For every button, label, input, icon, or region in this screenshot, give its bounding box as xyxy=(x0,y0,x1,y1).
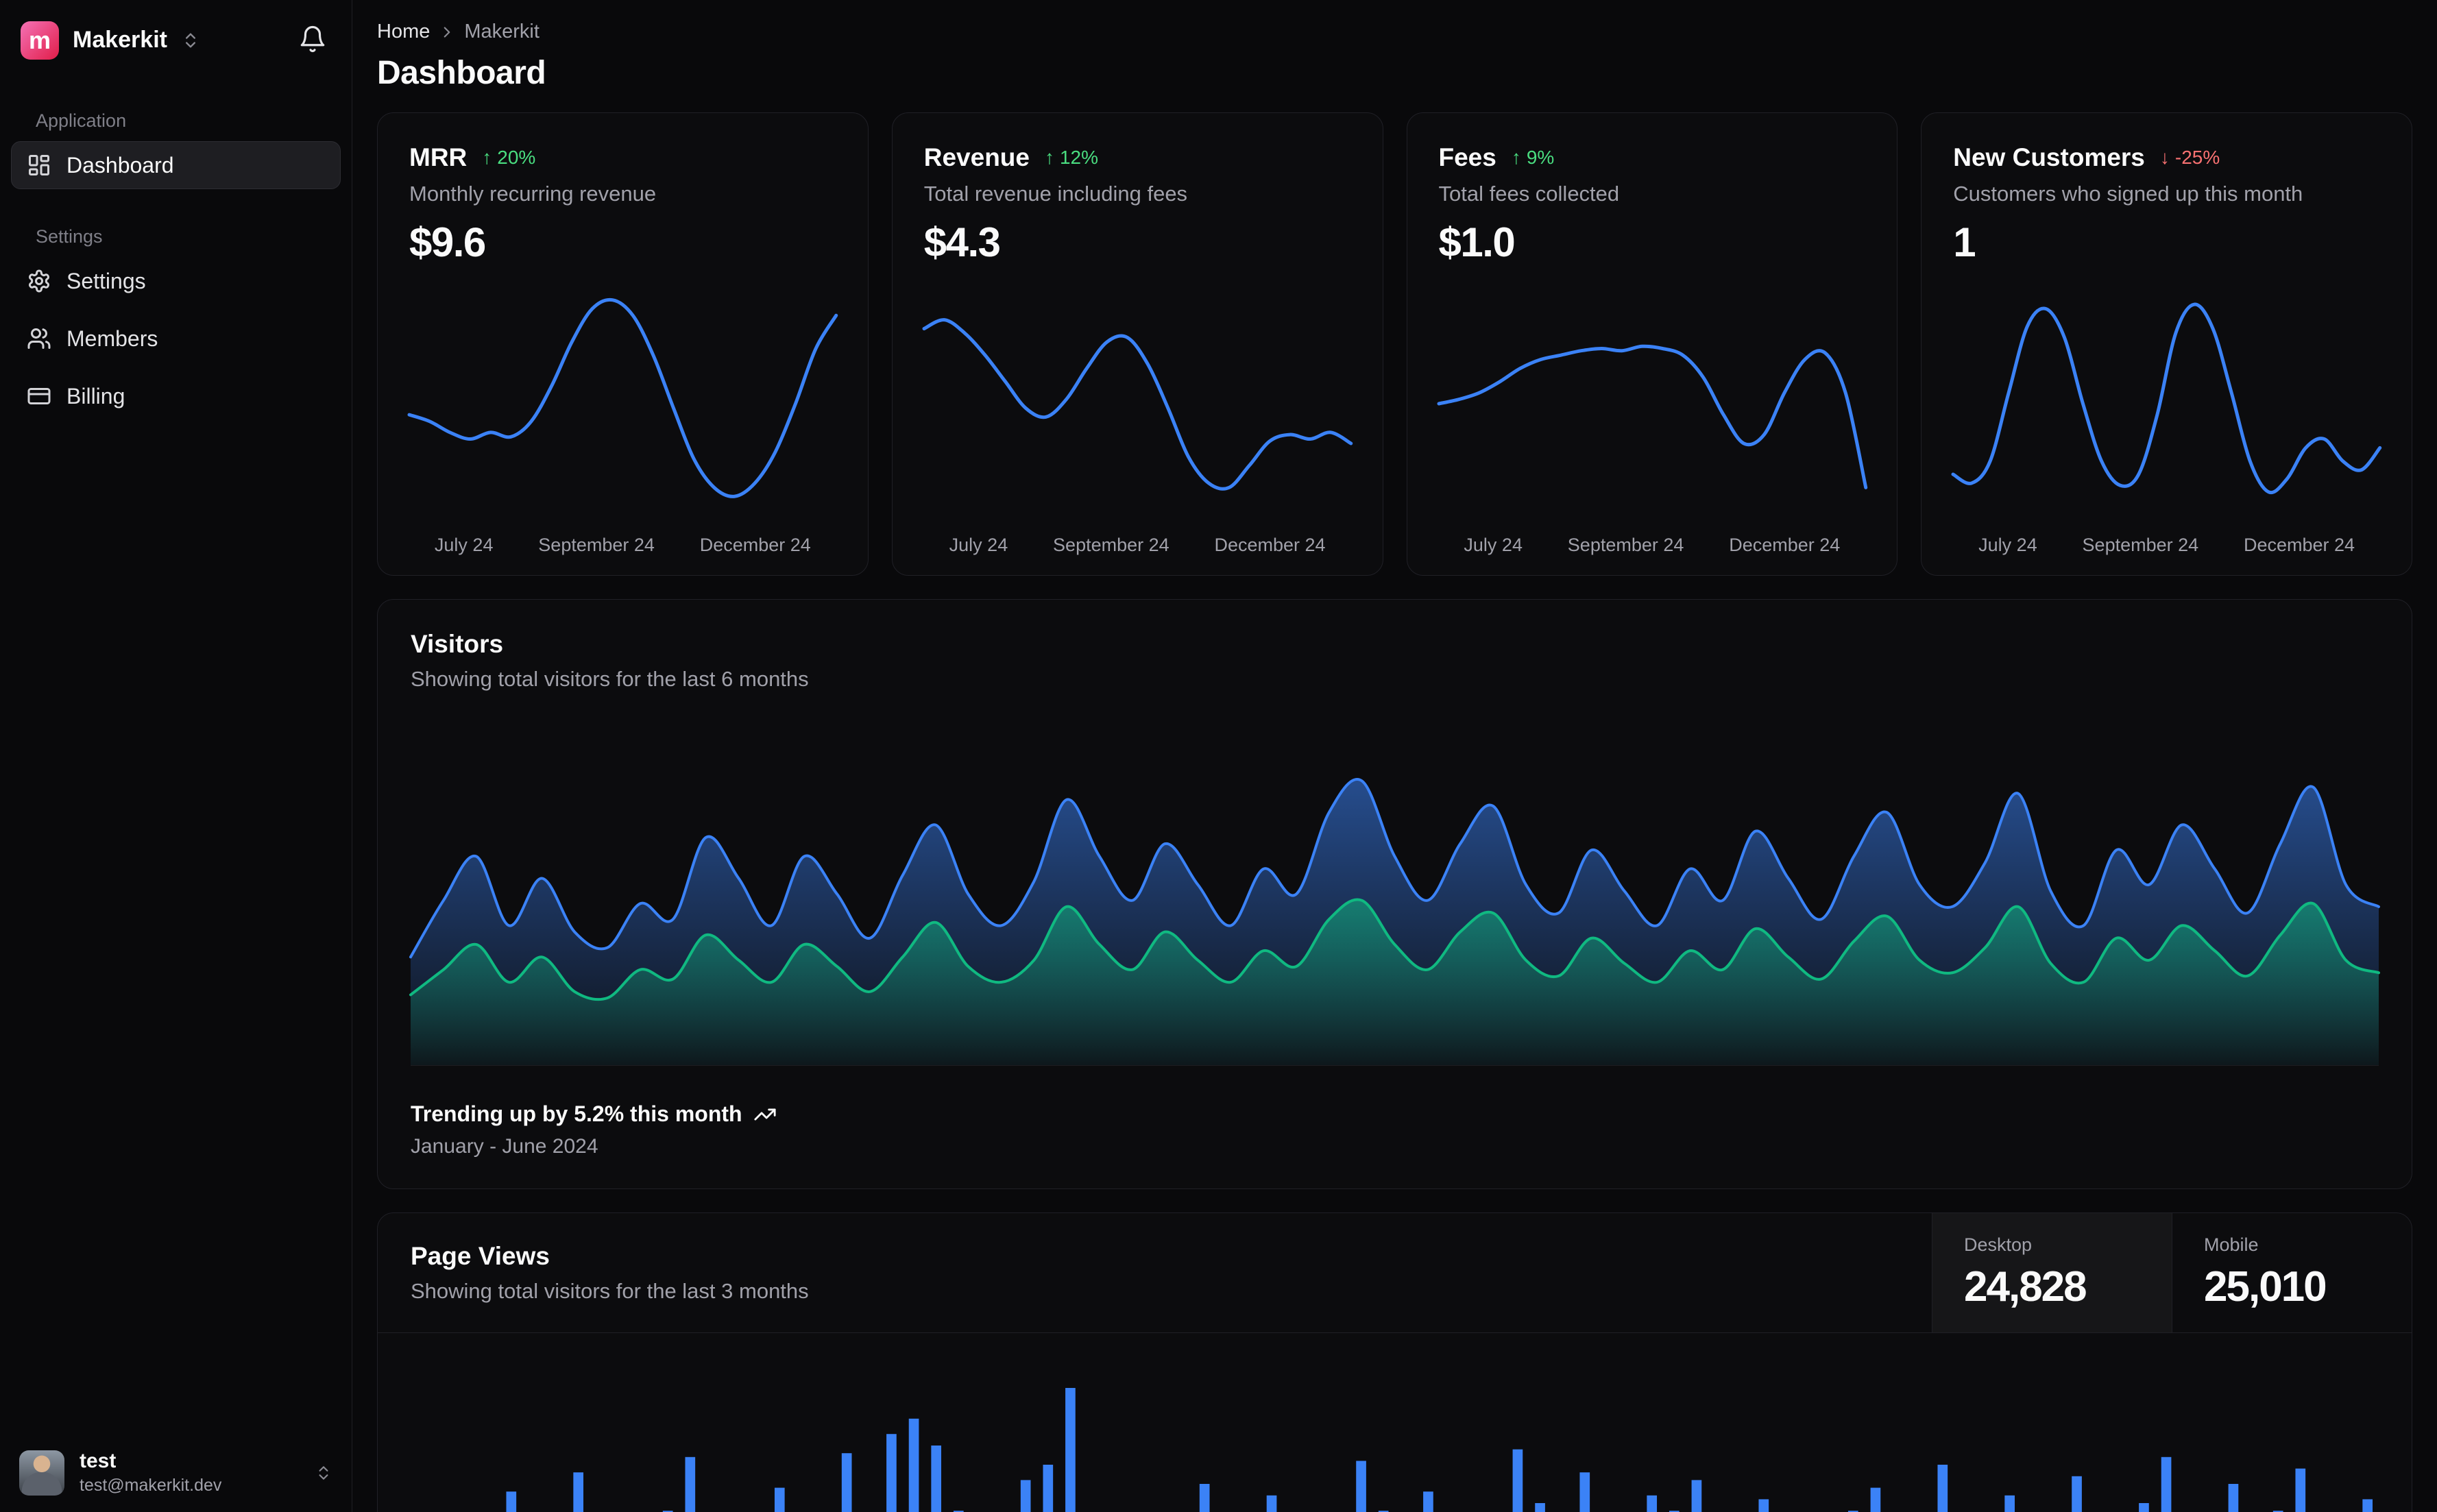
stat-subtitle: Total fees collected xyxy=(1438,182,1620,206)
breadcrumb: Home Makerkit xyxy=(377,21,2412,43)
page-title: Dashboard xyxy=(377,55,546,91)
stat-card-grid: MRR ↑ 20% Monthly recurring revenue $9.6 … xyxy=(377,112,2412,576)
stat-value: $9.6 xyxy=(409,219,486,265)
x-axis-labels: July 24 September 24 December 24 xyxy=(1464,535,1841,555)
gear-icon xyxy=(27,269,51,293)
chevron-right-icon xyxy=(438,23,456,41)
page-views-titles: Page Views Showing total visitors for th… xyxy=(378,1213,1932,1332)
mrr-sparkline-chart xyxy=(409,284,836,524)
stat-card-fees: Fees ↑ 9% Total fees collected $1.0 July … xyxy=(1406,112,1898,576)
sidebar-item-dashboard[interactable]: Dashboard xyxy=(11,141,341,189)
trending-up-icon xyxy=(753,1103,777,1126)
trend-badge: ↑ 12% xyxy=(1044,147,1099,168)
stat-card-revenue: Revenue ↑ 12% Total revenue including fee… xyxy=(891,112,1383,576)
toggle-desktop[interactable]: Desktop 24,828 xyxy=(1932,1213,2172,1332)
stat-title: MRR xyxy=(409,143,468,171)
nav-section-application: Application xyxy=(36,110,127,131)
visitors-title: Visitors xyxy=(411,630,504,658)
stat-subtitle: Monthly recurring revenue xyxy=(409,182,657,206)
new-customers-sparkline-chart xyxy=(1953,284,2380,524)
user-menu[interactable]: test test@makerkit.dev xyxy=(0,1433,352,1512)
credit-card-icon xyxy=(27,384,51,409)
x-axis-labels: July 24 September 24 December 24 xyxy=(949,535,1326,555)
revenue-sparkline-chart xyxy=(924,284,1351,524)
sidebar-item-label: Dashboard xyxy=(66,152,174,178)
trend-badge: ↑ 20% xyxy=(482,147,536,168)
sidebar-item-settings[interactable]: Settings xyxy=(11,257,341,305)
user-meta: test test@makerkit.dev xyxy=(80,1450,221,1496)
user-email: test@makerkit.dev xyxy=(80,1476,222,1495)
app-root: m Makerkit Application Dashboard Setting… xyxy=(0,0,2437,1512)
users-icon xyxy=(27,326,51,351)
makerkit-logo: m xyxy=(21,21,59,60)
sidebar-nav: Application Dashboard Settings Settings … xyxy=(0,73,352,420)
stat-value: $4.3 xyxy=(923,219,1001,265)
visitors-range: January - June 2024 xyxy=(411,1135,598,1158)
stat-value: $1.0 xyxy=(1438,219,1516,265)
breadcrumb-home[interactable]: Home xyxy=(377,21,430,43)
chevrons-up-down-icon xyxy=(315,1464,332,1482)
workspace-name: Makerkit xyxy=(73,27,167,53)
x-axis-labels: July 24 September 24 December 24 xyxy=(1978,535,2355,555)
sidebar-header: m Makerkit xyxy=(0,0,352,73)
stat-title: Revenue xyxy=(923,143,1030,171)
main-content: Home Makerkit Dashboard MRR ↑ 20% Monthly… xyxy=(352,0,2437,1512)
toggle-mobile[interactable]: Mobile 25,010 xyxy=(2172,1213,2412,1332)
page-views-header: Page Views Showing total visitors for th… xyxy=(378,1213,2412,1333)
sidebar-item-label: Settings xyxy=(66,268,146,293)
stat-value: 1 xyxy=(1953,219,1976,265)
sidebar: m Makerkit Application Dashboard Setting… xyxy=(0,0,352,1512)
stat-card-new-customers: New Customers ↓ -25% Customers who signed… xyxy=(1921,112,2412,576)
workspace-selector[interactable]: m Makerkit xyxy=(21,21,200,60)
nav-section-settings: Settings xyxy=(36,226,103,247)
stat-title: New Customers xyxy=(1953,143,2145,171)
sidebar-item-label: Billing xyxy=(66,383,125,409)
dashboard-icon xyxy=(27,153,51,178)
page-views-bar-chart xyxy=(411,1350,2379,1512)
fees-sparkline-chart xyxy=(1439,284,1866,524)
page-views-subtitle: Showing total visitors for the last 3 mo… xyxy=(411,1279,809,1303)
stat-title: Fees xyxy=(1438,143,1496,171)
sidebar-item-members[interactable]: Members xyxy=(11,315,341,363)
chevrons-up-down-icon xyxy=(181,31,200,50)
trend-badge: ↑ 9% xyxy=(1511,147,1555,168)
x-axis-labels: July 24 September 24 December 24 xyxy=(434,535,811,555)
page-views-title: Page Views xyxy=(411,1242,550,1270)
visitors-area-chart xyxy=(411,723,2379,1066)
sidebar-item-label: Members xyxy=(66,326,158,351)
user-name: test xyxy=(80,1450,117,1472)
visitors-trend: Trending up by 5.2% this month xyxy=(411,1101,2379,1127)
sidebar-item-billing[interactable]: Billing xyxy=(11,372,341,420)
trend-badge: ↓ -25% xyxy=(2159,147,2220,168)
stat-subtitle: Total revenue including fees xyxy=(923,182,1188,206)
visitors-card: Visitors Showing total visitors for the … xyxy=(377,599,2412,1189)
stat-card-mrr: MRR ↑ 20% Monthly recurring revenue $9.6 … xyxy=(377,112,869,576)
page-views-card: Page Views Showing total visitors for th… xyxy=(377,1212,2412,1512)
bell-icon xyxy=(298,25,327,53)
breadcrumb-current: Makerkit xyxy=(464,21,539,42)
visitors-subtitle: Showing total visitors for the last 6 mo… xyxy=(411,667,809,691)
avatar xyxy=(19,1450,64,1496)
stat-subtitle: Customers who signed up this month xyxy=(1953,182,2303,206)
notifications-button[interactable] xyxy=(294,21,331,60)
